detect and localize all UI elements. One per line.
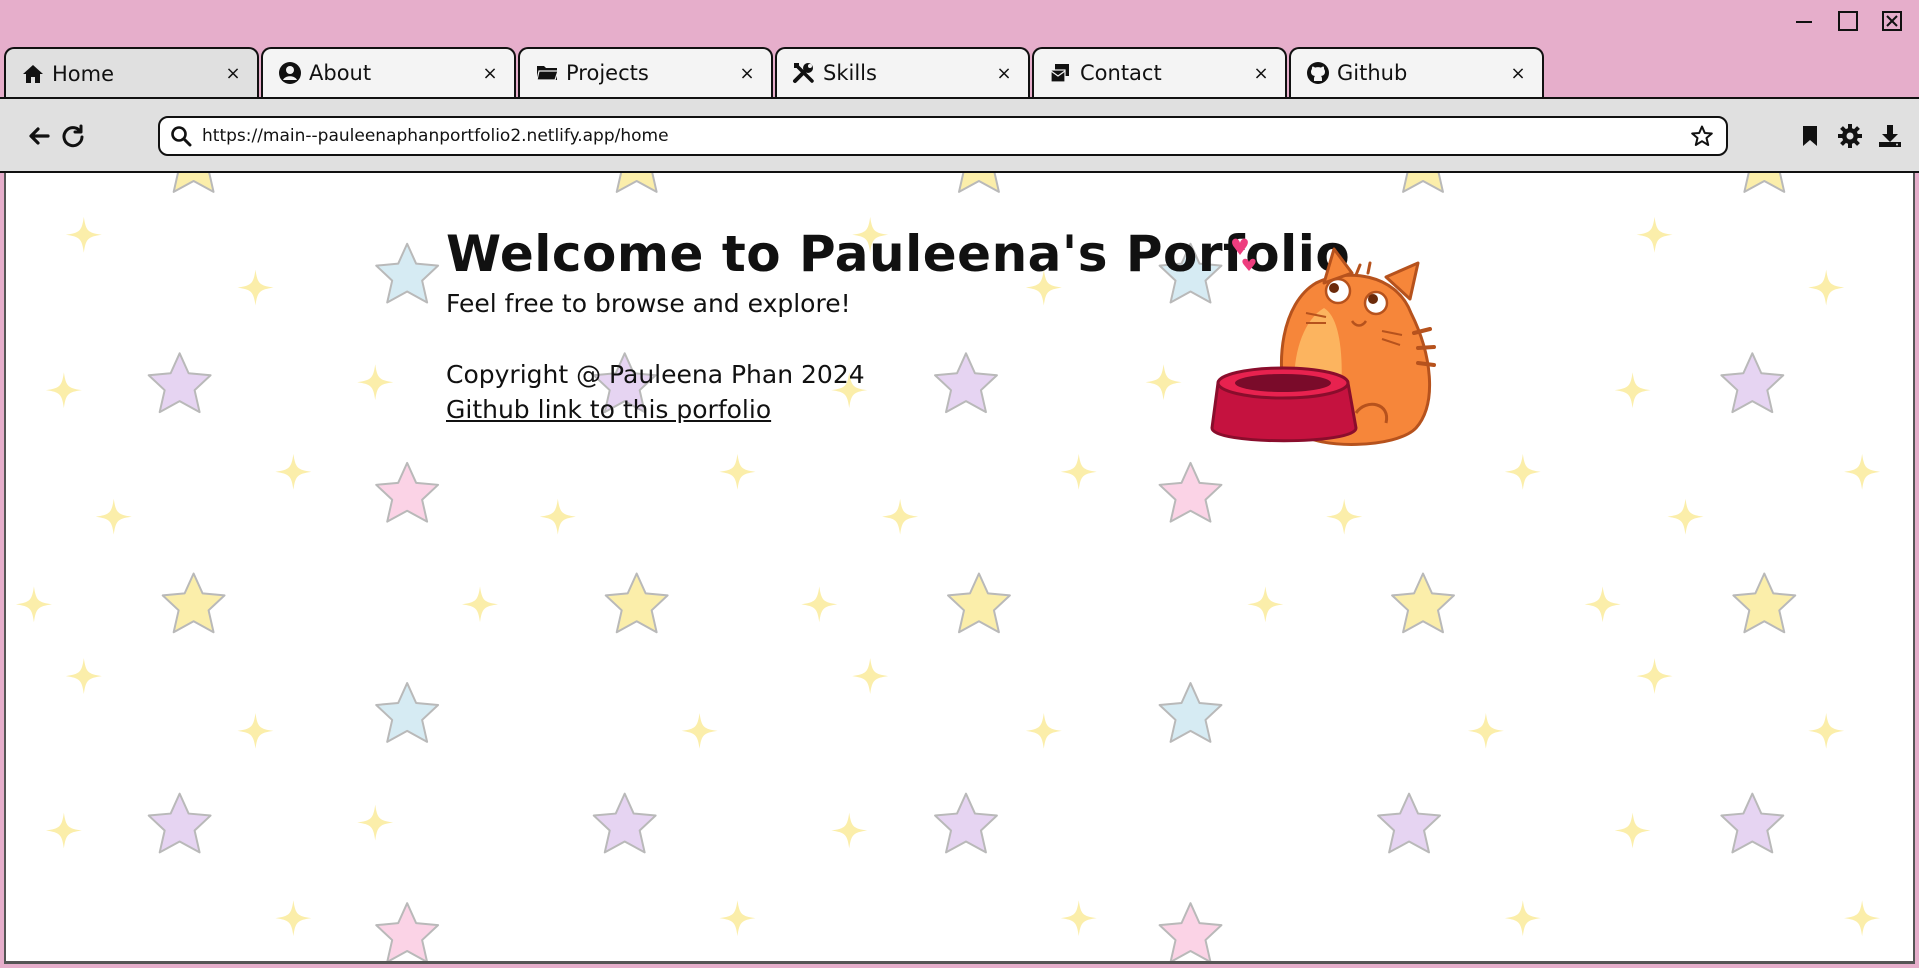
tab-label: Projects [566,61,649,85]
minimize-button[interactable] [1791,8,1817,34]
maximize-button[interactable] [1835,8,1861,34]
reload-button[interactable] [58,121,88,151]
tab-label: Contact [1080,61,1162,85]
bookmarks-button[interactable] [1795,121,1825,151]
download-icon [1879,125,1901,147]
tab-skills[interactable]: Skills × [775,47,1030,97]
tab-close-button[interactable]: × [994,63,1014,84]
tab-close-button[interactable]: × [480,63,500,84]
arrow-left-icon [29,127,50,145]
tab-projects[interactable]: Projects × [518,47,773,97]
tab-label: About [309,61,372,85]
settings-button[interactable] [1835,121,1865,151]
github-portfolio-link[interactable]: Github link to this porfolio [446,395,771,424]
close-icon [1882,11,1902,31]
toolbar-actions [1795,121,1905,151]
tab-label: Home [52,61,115,86]
user-circle-icon [277,60,303,86]
page-viewport: Welcome to Pauleena's Porfolio Feel free… [4,173,1915,964]
search-icon [170,124,194,148]
tab-home[interactable]: Home × [4,47,259,98]
reload-icon [62,124,84,148]
tab-close-button[interactable]: × [737,63,757,84]
tab-label: Github [1337,61,1408,85]
gear-icon [1838,124,1862,148]
tab-about[interactable]: About × [261,47,516,97]
browser-toolbar [0,97,1919,173]
close-window-button[interactable] [1879,8,1905,34]
cat-with-bowl-illustration [1210,238,1436,446]
bookmark-icon [1803,126,1817,146]
contact-icon [1048,60,1074,86]
tab-bar: Home × About × Projects × Skills × Conta… [4,47,1544,98]
home-icon [20,61,46,87]
maximize-icon [1838,11,1858,31]
tools-icon [791,60,817,86]
download-button[interactable] [1875,121,1905,151]
tab-label: Skills [823,61,877,85]
folder-icon [534,60,560,86]
github-icon [1305,60,1331,86]
window-controls [1791,8,1905,34]
back-button[interactable] [24,121,54,151]
star-outline-icon [1691,125,1713,146]
tab-github[interactable]: Github × [1289,47,1544,97]
bookmark-star-button[interactable] [1690,123,1716,149]
tab-close-button[interactable]: × [223,63,243,84]
url-input[interactable] [202,126,1690,146]
tab-contact[interactable]: Contact × [1032,47,1287,97]
minimize-icon [1796,21,1812,23]
address-bar [158,116,1728,156]
tab-close-button[interactable]: × [1251,63,1271,84]
tab-close-button[interactable]: × [1508,63,1528,84]
